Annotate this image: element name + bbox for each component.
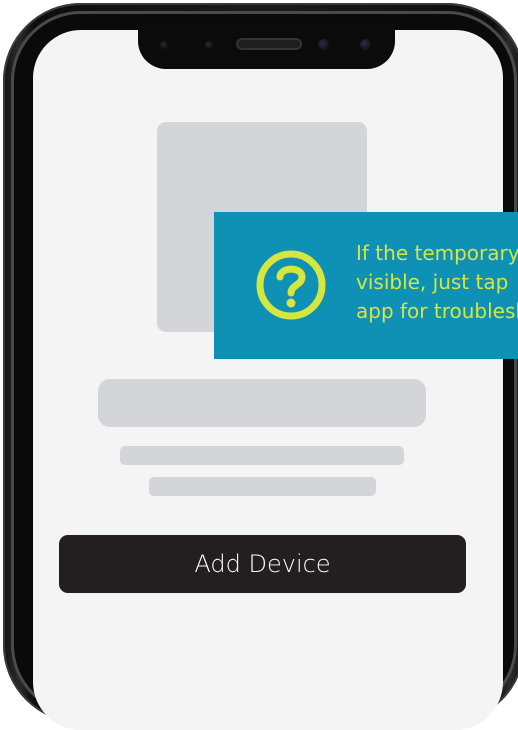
add-device-button[interactable]: Add Device bbox=[59, 535, 466, 593]
phone-notch bbox=[138, 21, 395, 69]
front-camera-icon bbox=[318, 39, 329, 50]
text-line-placeholder bbox=[149, 477, 376, 496]
sensor-icon bbox=[160, 41, 168, 49]
sensor-icon bbox=[205, 41, 213, 49]
tooltip-line: If the temporary bbox=[356, 241, 518, 265]
phone-frame bbox=[3, 3, 518, 730]
tooltip-text: If the temporary visible, just tap app f… bbox=[356, 239, 518, 326]
help-tooltip: If the temporary visible, just tap app f… bbox=[214, 212, 518, 359]
tooltip-line: app for troublesh bbox=[356, 299, 518, 323]
title-placeholder bbox=[98, 379, 426, 427]
question-circle-icon bbox=[256, 250, 326, 320]
text-line-placeholder bbox=[120, 446, 404, 465]
front-camera-icon bbox=[360, 39, 371, 50]
speaker-grille bbox=[236, 38, 302, 50]
tooltip-line: visible, just tap bbox=[356, 270, 509, 294]
